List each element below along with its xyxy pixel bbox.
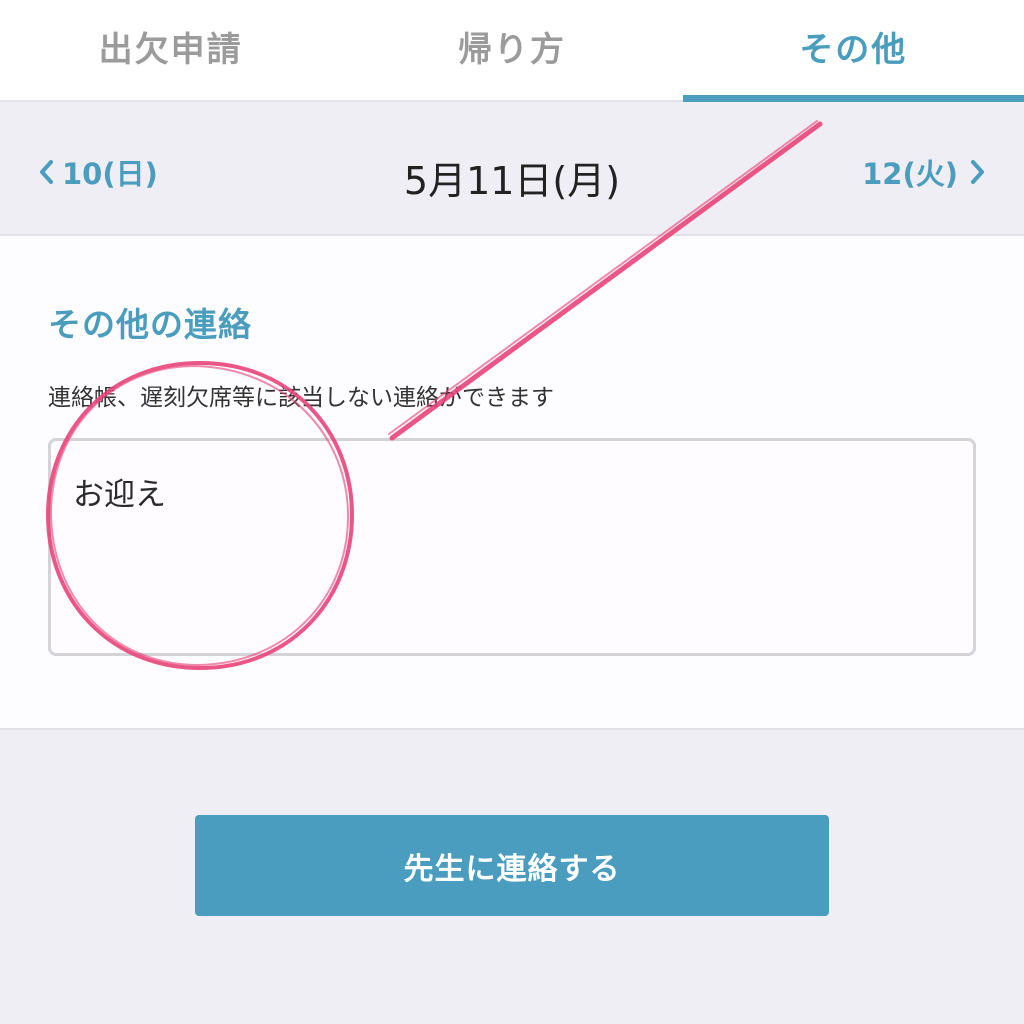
- message-textarea[interactable]: お迎え: [48, 438, 976, 656]
- tab-other[interactable]: その他: [682, 0, 1024, 102]
- chevron-right-icon: [970, 159, 986, 185]
- tab-bar: 出欠申請 帰り方 その他: [0, 0, 1024, 102]
- contact-teacher-button[interactable]: 先生に連絡する: [195, 815, 829, 916]
- section-description: 連絡帳、遅刻欠席等に該当しない連絡ができます: [48, 385, 554, 411]
- other-contact-section: その他の連絡 連絡帳、遅刻欠席等に該当しない連絡ができます お迎え: [0, 236, 1024, 730]
- tab-attendance-request[interactable]: 出欠申請: [0, 0, 341, 100]
- next-day-button[interactable]: 12(火): [862, 152, 986, 192]
- next-day-label: 12(火): [862, 157, 958, 191]
- section-title: その他の連絡: [48, 305, 252, 344]
- tab-way-home[interactable]: 帰り方: [341, 0, 682, 100]
- date-navigation: 10(日) 5月11日(月) 12(火): [0, 102, 1024, 236]
